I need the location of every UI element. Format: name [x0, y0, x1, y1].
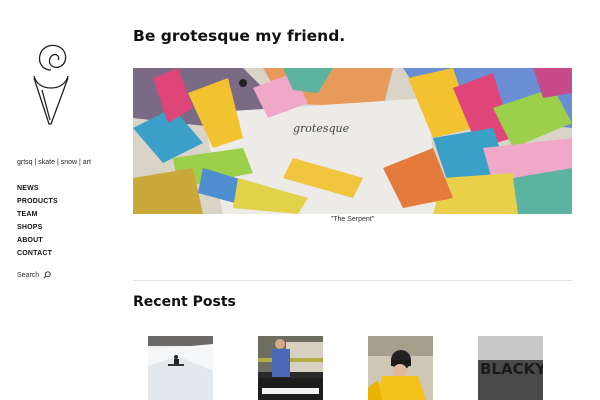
- hero-card-text: grotesque: [293, 122, 350, 135]
- recent-post-thumbnail[interactable]: [258, 336, 323, 400]
- recent-post-thumbnail[interactable]: [368, 336, 433, 400]
- spiral-cone-logo-icon[interactable]: [28, 40, 74, 126]
- page-title: Be grotesque my friend.: [133, 27, 346, 45]
- nav-item-shops[interactable]: SHOPS: [17, 223, 58, 236]
- recent-post-thumbnail[interactable]: [148, 336, 213, 400]
- nav-item-news[interactable]: NEWS: [17, 184, 58, 197]
- hero-image: grotesque: [133, 68, 572, 214]
- hero-caption: "The Serpent": [330, 216, 375, 223]
- section-divider: [133, 280, 572, 281]
- thumbnail-overlay-text: BLACKY: [480, 360, 543, 378]
- nav-item-contact[interactable]: CONTACT: [17, 249, 58, 262]
- nav-item-products[interactable]: PRODUCTS: [17, 197, 58, 210]
- nav-item-team[interactable]: TEAM: [17, 210, 58, 223]
- recent-posts-title: Recent Posts: [133, 294, 236, 310]
- search-label: Search: [17, 271, 40, 279]
- search-toggle[interactable]: Search: [17, 271, 51, 279]
- recent-post-thumbnail[interactable]: BLACKY: [478, 336, 543, 400]
- sidebar: grtsq | skate | snow | art NEWS PRODUCTS…: [0, 0, 120, 400]
- site-tagline: grtsq | skate | snow | art: [17, 159, 91, 166]
- nav-item-about[interactable]: ABOUT: [17, 236, 58, 249]
- main-nav: NEWS PRODUCTS TEAM SHOPS ABOUT CONTACT: [17, 184, 58, 262]
- search-icon: [43, 271, 51, 279]
